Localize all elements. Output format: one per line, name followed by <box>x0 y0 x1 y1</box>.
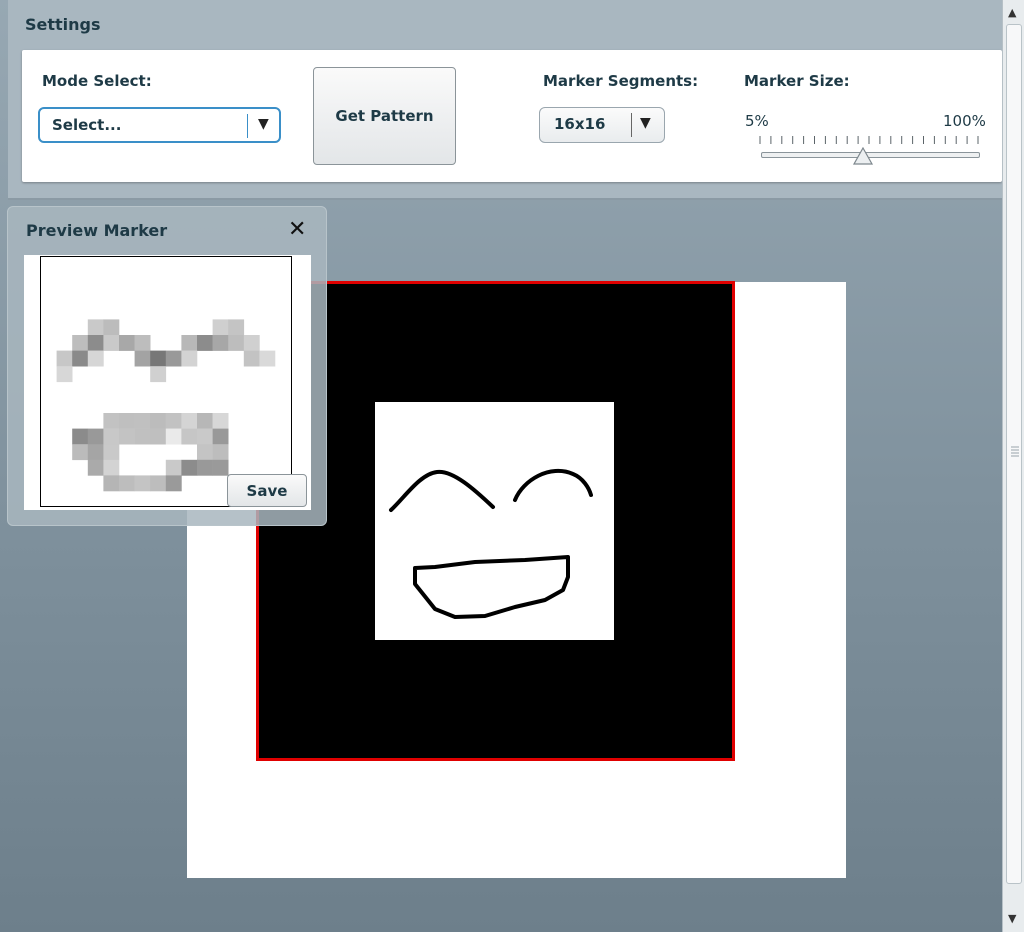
preview-pixel <box>165 459 182 476</box>
preview-pixel <box>119 413 135 429</box>
get-pattern-button[interactable]: Get Pattern <box>313 67 456 165</box>
preview-pixel <box>197 335 213 351</box>
preview-pixel <box>56 366 73 383</box>
preview-pixel <box>134 475 151 492</box>
vertical-scrollbar[interactable]: ▲ ▼ <box>1002 0 1024 932</box>
preview-title: Preview Marker <box>26 221 168 240</box>
mode-select-label: Mode Select: <box>42 72 152 90</box>
marker-segments-label: Marker Segments: <box>543 72 699 90</box>
preview-pixel <box>119 428 135 445</box>
preview-pixel <box>197 413 213 429</box>
preview-pixel <box>119 475 135 492</box>
preview-pixel <box>243 335 260 351</box>
scroll-grip-icon <box>1011 446 1019 457</box>
preview-pixel <box>72 335 89 351</box>
preview-pixel <box>212 319 229 336</box>
preview-pixel <box>150 350 167 367</box>
preview-pixel <box>103 335 120 351</box>
preview-pixel <box>72 350 89 367</box>
marker-segments-value: 16x16 <box>554 115 606 133</box>
marker-size-label: Marker Size: <box>744 72 850 90</box>
preview-pixel <box>56 350 73 367</box>
preview-pixel <box>87 335 104 351</box>
preview-pixel <box>87 444 104 461</box>
settings-panel: Settings <box>8 0 1002 200</box>
preview-pixel <box>134 350 151 367</box>
preview-pixel <box>212 444 229 461</box>
preview-pixel <box>103 459 120 476</box>
preview-pixel <box>228 335 245 351</box>
preview-pixel <box>165 428 182 445</box>
dropdown-separator <box>631 113 632 137</box>
arrow-up-icon[interactable]: ▲ <box>1008 6 1016 19</box>
preview-pixel <box>150 475 167 492</box>
preview-pixel <box>212 428 229 445</box>
save-button[interactable]: Save <box>227 474 307 507</box>
marker-drawing-canvas[interactable] <box>375 402 614 640</box>
preview-pixel <box>165 350 182 367</box>
preview-pixel <box>181 428 198 445</box>
arrow-down-icon[interactable]: ▼ <box>1008 912 1016 925</box>
preview-pixel <box>103 413 120 429</box>
preview-pixel <box>87 350 104 367</box>
preview-pixel <box>72 428 89 445</box>
mode-select-dropdown[interactable]: Select... ▼ <box>38 107 281 143</box>
preview-pixel <box>228 319 245 336</box>
preview-body: Save <box>24 255 311 510</box>
chevron-down-icon: ▼ <box>640 115 651 131</box>
preview-pixel <box>134 428 151 445</box>
close-icon[interactable]: ✕ <box>288 217 306 242</box>
preview-pixel <box>150 428 167 445</box>
preview-pixel <box>134 335 151 351</box>
preview-pixel <box>181 335 198 351</box>
preview-pixel <box>197 444 213 461</box>
preview-pixel <box>181 459 198 476</box>
preview-pixel <box>165 413 182 429</box>
preview-pixel <box>134 413 151 429</box>
preview-pixel <box>181 413 198 429</box>
preview-pixel <box>87 319 104 336</box>
slider-ticks <box>759 136 979 144</box>
preview-pixel <box>212 413 229 429</box>
preview-pixel <box>103 444 120 461</box>
preview-pixel <box>150 413 167 429</box>
preview-pixel <box>103 475 120 492</box>
marker-size-min: 5% <box>745 112 769 130</box>
smiley-drawing <box>389 468 593 619</box>
preview-pixel <box>165 475 182 492</box>
marker-size-max: 100% <box>943 112 986 130</box>
preview-marker-image <box>40 256 292 507</box>
preview-pixel <box>212 335 229 351</box>
preview-pixel <box>212 459 229 476</box>
preview-panel: Preview Marker ✕ Save <box>7 206 327 526</box>
preview-pixel <box>103 428 120 445</box>
chevron-down-icon: ▼ <box>258 116 269 132</box>
preview-pixel <box>197 459 213 476</box>
preview-pixel <box>119 335 135 351</box>
preview-pixel <box>243 350 260 367</box>
slider-thumb-icon[interactable] <box>852 147 874 165</box>
pixelated-preview <box>56 319 276 492</box>
preview-pixel <box>197 428 213 445</box>
marker-segments-dropdown[interactable]: 16x16 ▼ <box>539 107 665 143</box>
preview-pixel <box>103 319 120 336</box>
preview-pixel <box>181 350 198 367</box>
preview-pixel <box>72 444 89 461</box>
scrollbar-thumb[interactable] <box>1006 24 1022 884</box>
settings-title: Settings <box>25 15 101 34</box>
preview-pixel <box>87 459 104 476</box>
preview-pixel <box>87 428 104 445</box>
dropdown-separator <box>247 114 248 138</box>
mode-select-value: Select... <box>52 116 122 134</box>
preview-pixel <box>259 350 276 367</box>
preview-pixel <box>150 366 167 383</box>
